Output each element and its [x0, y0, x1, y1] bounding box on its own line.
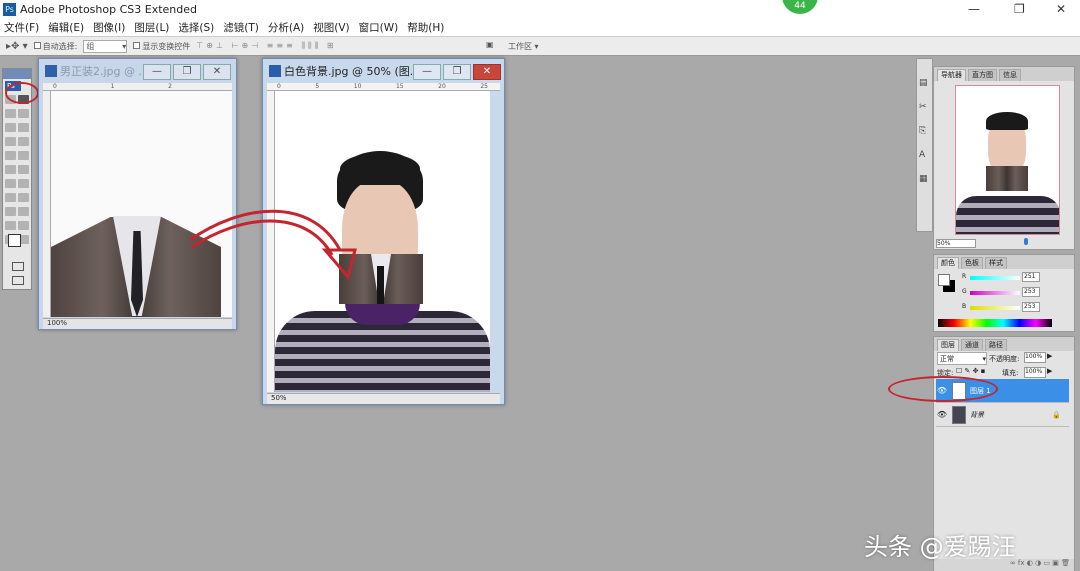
minimize-button[interactable]: —	[968, 2, 980, 16]
restore-button[interactable]: ❐	[1014, 2, 1025, 16]
tab-paths[interactable]: 路径	[985, 339, 1007, 351]
menu-window[interactable]: 窗口(W)	[359, 20, 399, 35]
badge: 44	[782, 0, 818, 14]
menu-select[interactable]: 选择(S)	[178, 20, 214, 35]
annotation-arrow	[189, 209, 357, 281]
blend-mode-dropdown[interactable]: 正常 ▾	[937, 352, 987, 365]
menu-analysis[interactable]: 分析(A)	[268, 20, 304, 35]
annotation-circle	[5, 82, 39, 104]
horizontal-ruler: 012	[43, 83, 232, 91]
menu-file[interactable]: 文件(F)	[4, 20, 39, 35]
b-value[interactable]: 253	[1022, 302, 1040, 312]
menu-filter[interactable]: 滤镜(T)	[223, 20, 259, 35]
layer-name: 背景	[970, 410, 984, 419]
restore-button[interactable]: ❐	[443, 64, 471, 80]
tab-info[interactable]: 信息	[999, 69, 1021, 81]
tab-color[interactable]: 颜色	[937, 257, 959, 269]
fill-arrow[interactable]: ▶	[1047, 367, 1052, 375]
opacity-label: 不透明度:	[989, 355, 1020, 363]
move-tool-icon[interactable]: ▸✥ ▾	[6, 41, 28, 52]
show-transform-checkbox[interactable]: 显示变换控件	[133, 41, 190, 52]
show-transform-label: 显示变换控件	[142, 41, 191, 51]
document-title: 男正装2.jpg @ ...	[60, 65, 149, 78]
blend-mode-value: 正常	[940, 354, 954, 363]
tab-swatches[interactable]: 色板	[961, 257, 983, 269]
color-ramp[interactable]	[938, 319, 1052, 327]
document-title: 白色背景.jpg @ 50% (图...	[284, 65, 421, 78]
close-button[interactable]: ✕	[203, 64, 231, 80]
document-window-suit[interactable]: 男正装2.jpg @ ... — ❐ ✕ 012 100%	[38, 58, 237, 330]
document-icon	[45, 65, 57, 77]
navigator-zoom-field[interactable]: 50%	[936, 239, 976, 248]
align-icons[interactable]: ⊤⊕⊥ ⊢⊕⊣ ≡≡≡ ⫼⫼⫼ ⊞	[196, 41, 336, 51]
menu-help[interactable]: 帮助(H)	[407, 20, 444, 35]
menu-image[interactable]: 图像(I)	[93, 20, 125, 35]
r-label: R	[962, 273, 967, 280]
tab-channels[interactable]: 通道	[961, 339, 983, 351]
foreground-color[interactable]	[8, 234, 21, 247]
navigator-panel: 导航器 直方图 信息 50%	[933, 66, 1075, 250]
opacity-field[interactable]: 100%	[1024, 352, 1046, 363]
menu-edit[interactable]: 编辑(E)	[48, 20, 84, 35]
lock-icon: 🔒	[1052, 410, 1061, 419]
g-label: G	[962, 288, 967, 295]
menu-layer[interactable]: 图层(L)	[134, 20, 169, 35]
status-bar: 50%	[267, 393, 500, 404]
status-bar: 100%	[43, 318, 232, 329]
lock-icons[interactable]: ☐ ✎ ✥ ▪	[956, 367, 985, 375]
navigator-zoom-slider[interactable]	[1024, 238, 1028, 245]
vertical-ruler	[43, 91, 51, 317]
camera-icon[interactable]: ▣	[486, 40, 494, 49]
close-button[interactable]: ✕	[1056, 2, 1066, 16]
layer-row[interactable]: 👁 背景 🔒	[936, 403, 1069, 427]
zoom-level: 50%	[271, 394, 287, 402]
auto-select-value: 组	[86, 41, 95, 51]
opacity-arrow[interactable]: ▶	[1047, 352, 1052, 360]
tab-histogram[interactable]: 直方图	[968, 69, 997, 81]
panel-icon-strip[interactable]: ▤ ✂ ⎘ A ▦	[916, 58, 933, 232]
zoom-level: 100%	[47, 319, 68, 327]
tab-navigator[interactable]: 导航器	[937, 69, 966, 81]
navigator-preview[interactable]	[955, 85, 1060, 235]
close-button[interactable]: ✕	[473, 64, 501, 80]
b-slider[interactable]	[970, 306, 1020, 310]
document-icon	[269, 65, 281, 77]
foreground-swatch[interactable]	[938, 274, 950, 286]
r-slider[interactable]	[970, 276, 1020, 280]
quick-mask-icon[interactable]	[12, 262, 24, 271]
auto-select-dropdown[interactable]: 组 ▾	[83, 39, 128, 53]
annotation-circle	[888, 376, 998, 402]
menu-bar: 文件(F) 编辑(E) 图像(I) 图层(L) 选择(S) 滤镜(T) 分析(A…	[0, 18, 1080, 36]
screen-mode-icon[interactable]	[12, 276, 24, 285]
b-label: B	[962, 303, 967, 310]
app-title: Adobe Photoshop CS3 Extended	[20, 2, 197, 16]
minimize-button[interactable]: —	[413, 64, 441, 80]
restore-button[interactable]: ❐	[173, 64, 201, 80]
auto-select-label: 自动选择:	[42, 41, 78, 51]
options-bar: ▸✥ ▾ 自动选择: 组 ▾ 显示变换控件 ⊤⊕⊥ ⊢⊕⊣ ≡≡≡ ⫼⫼⫼ ⊞ ▣…	[0, 36, 1080, 56]
workspace-button[interactable]: 工作区 ▾	[508, 41, 539, 52]
fill-field[interactable]: 100%	[1024, 367, 1046, 378]
title-bar: Ps Adobe Photoshop CS3 Extended — ❐ ✕ 44	[0, 0, 1080, 18]
tools[interactable]	[3, 93, 31, 249]
watermark: 头条 @爱踢汪	[864, 533, 1016, 561]
fill-label: 填充:	[1002, 369, 1019, 377]
color-panel: 颜色 色板 样式 R 251 G 253 B 253	[933, 254, 1075, 332]
r-value[interactable]: 251	[1022, 272, 1040, 282]
horizontal-ruler: 0 5 10 15 20 25	[267, 83, 500, 91]
g-value[interactable]: 253	[1022, 287, 1040, 297]
layer-thumbnail	[952, 405, 966, 424]
minimize-button[interactable]: —	[143, 64, 171, 80]
tab-layers[interactable]: 图层	[937, 339, 959, 351]
g-slider[interactable]	[970, 291, 1020, 295]
app-logo: Ps	[3, 2, 16, 16]
eye-icon[interactable]: 👁	[936, 410, 948, 419]
menu-view[interactable]: 视图(V)	[313, 20, 349, 35]
tab-styles[interactable]: 样式	[985, 257, 1007, 269]
auto-select-checkbox[interactable]: 自动选择:	[33, 41, 78, 52]
